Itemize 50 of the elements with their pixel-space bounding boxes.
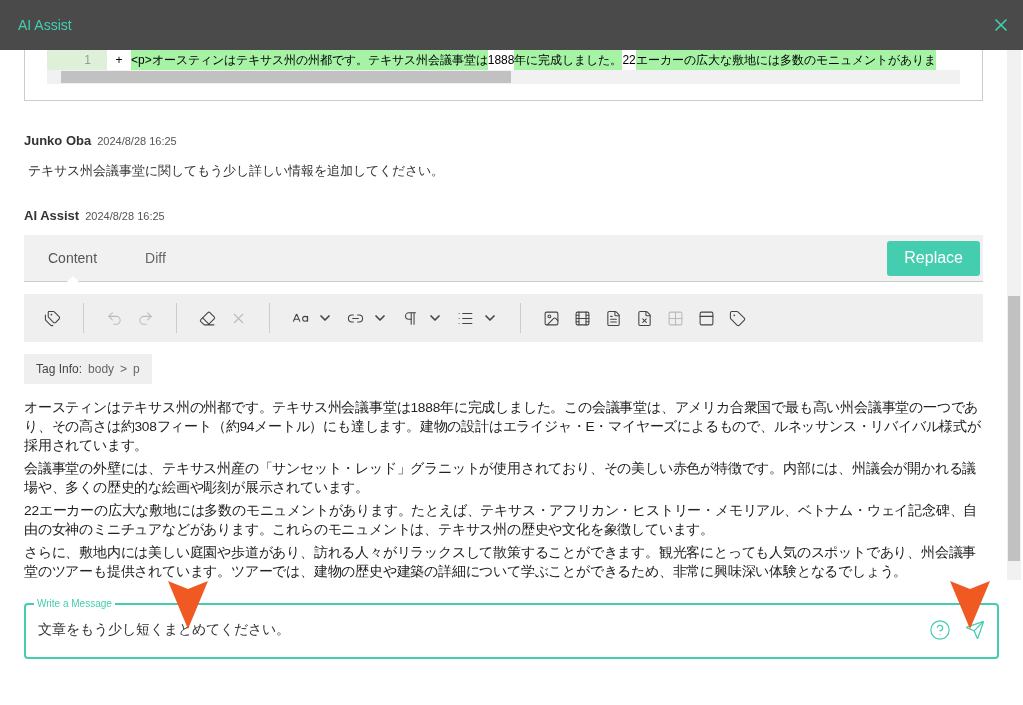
file-x-button[interactable] <box>636 309 653 327</box>
tab[interactable]: Content <box>48 235 98 281</box>
diff-text: エーカーの広大な敷地には多数のモニュメントがありま <box>635 50 936 70</box>
tag-path: body <box>88 362 115 376</box>
redo-icon <box>137 309 154 327</box>
document-icon <box>605 309 622 327</box>
video-button[interactable] <box>574 309 591 327</box>
message-time: 2024/8/28 16:25 <box>97 135 177 147</box>
video-icon <box>574 309 591 327</box>
message-text: テキサス州会議事堂に関してもう少し詳しい情報を追加してください。 <box>28 162 445 180</box>
eraser-button[interactable] <box>199 309 216 327</box>
tag-check-button[interactable] <box>729 309 746 327</box>
tags-icon <box>44 309 61 327</box>
message-time: 2024/8/28 16:25 <box>85 210 165 222</box>
author-name: AI Assist <box>24 208 80 223</box>
diff-text: <p>オースティンはテキサス州の州都です。テキサス州会議事堂は <box>131 50 488 70</box>
diff-text: 年に完成しました。 <box>514 50 623 70</box>
image-button[interactable] <box>543 309 560 327</box>
eraser-icon <box>199 309 216 327</box>
diff-sign: + <box>114 53 124 67</box>
author-name: Junko Oba <box>24 133 92 148</box>
paragraph: オースティンはテキサス州の州都です。テキサス州会議事堂は1888年に完成しました。この会議事堂は、アメリカ合衆国で最も高い州会議事堂の一つであり、その高さは約308フィート（約94メートル）にも達します。建物の設計はエライジャ・E・マイヤーズによるもので、ルネッサンス・リバイバル様式が採用されています。 <box>24 399 982 455</box>
window-title: AI Assist <box>18 17 72 33</box>
tag-check-icon <box>729 309 746 327</box>
paragraph: 22エーカーの広大な敷地には多数のモニュメントがあります。たとえば、テキサス・アフリカン・ヒストリー・メモリアル、ベトナム・ウェイ記念碑、自由の女神のミニチュアなどがあります。これらのモニュメントは、テキサス州の歴史や文化を象徴しています。 <box>24 502 979 539</box>
tag-path: > <box>120 362 128 376</box>
undo-icon <box>106 309 123 327</box>
tab[interactable]: Diff <box>145 235 166 281</box>
tag-path: p <box>133 362 140 376</box>
layout-button[interactable] <box>698 309 715 327</box>
send-button[interactable] <box>965 620 985 640</box>
layout-icon <box>698 309 715 327</box>
tag-info-label: Tag Info: <box>36 362 83 376</box>
paragraph-button[interactable] <box>402 309 443 327</box>
paragraph-icon <box>402 309 419 327</box>
diff-text: 22 <box>622 52 636 69</box>
paragraph: さらに、敷地内には美しい庭園や歩道があり、訪れる人々がリラックスして散策することができます。観光客にとっても人気のスポットであり、州会議事堂のツアーも提供されています。ツアーでは、建物の歴史や建築の詳細について学ぶことができるため、非常に興味深い体験となるでしょう。 <box>24 544 978 581</box>
field-label: Write a Message <box>36 598 113 609</box>
line-number: 1 <box>47 50 107 70</box>
pointer-arrow-icon <box>950 581 990 629</box>
image-icon <box>543 309 560 327</box>
file-x-icon <box>636 309 653 327</box>
tags-button[interactable] <box>44 309 61 327</box>
diff-text: 1888 <box>487 52 515 69</box>
horizontal-scrollbar[interactable] <box>47 70 960 84</box>
document-button[interactable] <box>605 309 622 327</box>
paragraph: 会議事堂の外壁には、テキサス州産の「サンセット・レッド」グラニットが使用されており、その美しい赤色が特徴です。内部には、州議会が開かれる議場や、多くの歴史的な絵画や彫刻が展示されています。 <box>24 460 978 497</box>
message-field[interactable]: Write a Message 文章をもう少し短くまとめてください。 <box>24 598 999 659</box>
vertical-scrollbar[interactable] <box>1007 50 1021 580</box>
table-icon <box>667 309 684 327</box>
